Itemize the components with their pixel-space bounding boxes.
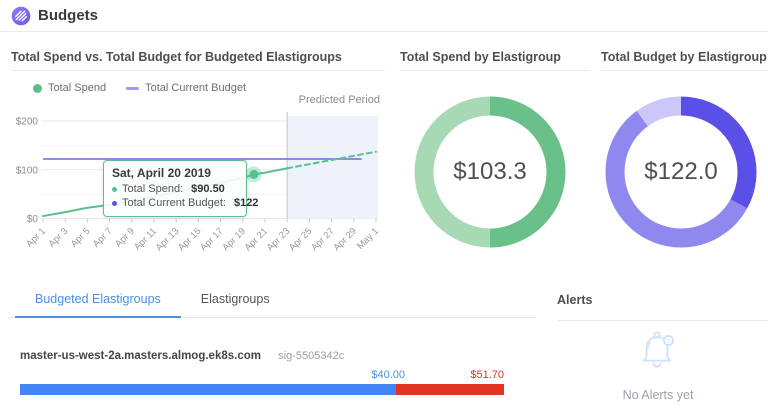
tab-strip: Budgeted Elastigroups Elastigroups xyxy=(8,280,536,318)
svg-text:Apr 3: Apr 3 xyxy=(46,226,70,250)
svg-text:Apr 11: Apr 11 xyxy=(132,226,159,253)
bell-icon: 1 xyxy=(638,330,678,374)
svg-text:Apr 23: Apr 23 xyxy=(265,226,293,254)
svg-text:$200: $200 xyxy=(16,117,39,128)
purple-bullet-icon xyxy=(112,201,117,206)
svg-text:$100: $100 xyxy=(16,165,39,176)
svg-text:1: 1 xyxy=(667,338,671,345)
total-spend-by-elastigroup-section: Total Spend by Elastigroup $103.3 xyxy=(399,38,590,280)
svg-text:Apr 21: Apr 21 xyxy=(243,226,271,254)
svg-text:Apr 25: Apr 25 xyxy=(287,226,315,254)
total-spend-donut-chart[interactable]: $103.3 xyxy=(410,92,570,252)
spend-amount-label: $40.00 xyxy=(371,369,405,381)
divider xyxy=(400,70,590,71)
spend-vs-budget-title: Total Spend vs. Total Budget for Budgete… xyxy=(11,50,342,64)
elastigroups-panel: Budgeted Elastigroups Elastigroups maste… xyxy=(8,280,536,414)
svg-text:Apr 5: Apr 5 xyxy=(69,226,93,250)
budget-bar: $40.00 $51.70 xyxy=(20,369,504,395)
overspend-amount-label: $51.70 xyxy=(470,369,504,381)
svg-text:May 1: May 1 xyxy=(355,226,381,252)
purple-line-icon xyxy=(126,87,139,90)
no-alerts-message: No Alerts yet xyxy=(548,388,768,402)
tab-budgeted-elastigroups[interactable]: Budgeted Elastigroups xyxy=(15,280,181,318)
spend-vs-budget-section: Total Spend vs. Total Budget for Budgete… xyxy=(8,38,388,280)
divider xyxy=(601,70,768,71)
spend-bar-segment xyxy=(20,384,396,395)
alerts-title: Alerts xyxy=(557,293,592,307)
svg-text:Apr 29: Apr 29 xyxy=(331,226,359,254)
svg-text:Apr 15: Apr 15 xyxy=(176,226,204,254)
chart-legend: Total Spend Total Current Budget xyxy=(33,82,246,94)
green-dot-icon xyxy=(33,84,42,93)
svg-text:Apr 19: Apr 19 xyxy=(220,226,248,254)
total-budget-value: $122.0 xyxy=(601,92,761,252)
green-bullet-icon xyxy=(112,187,117,192)
total-spend-value: $103.3 xyxy=(410,92,570,252)
svg-text:Apr 7: Apr 7 xyxy=(91,226,115,250)
svg-text:$0: $0 xyxy=(27,214,39,225)
chart-tooltip: Sat, April 20 2019 Total Spend: $90.50 T… xyxy=(103,160,247,217)
svg-text:Apr 1: Apr 1 xyxy=(24,226,48,250)
total-spend-donut-title: Total Spend by Elastigroup xyxy=(400,50,561,64)
elastigroup-sig: sig-5505342c xyxy=(278,350,344,362)
tooltip-total-spend: Total Spend: $90.50 xyxy=(112,182,238,196)
bell-wrap: 1 xyxy=(548,330,768,379)
total-budget-by-elastigroup-section: Total Budget by Elastigroup $122.0 xyxy=(600,38,768,280)
total-budget-donut-title: Total Budget by Elastigroup xyxy=(601,50,767,64)
elastigroup-row[interactable]: master-us-west-2a.masters.almog.ek8s.com… xyxy=(20,350,344,362)
total-budget-donut-chart[interactable]: $122.0 xyxy=(601,92,761,252)
divider xyxy=(11,70,385,71)
page-title: Budgets xyxy=(38,0,98,31)
alerts-section: Alerts 1 No Alerts yet xyxy=(548,280,768,414)
app-header: Budgets xyxy=(0,0,768,32)
overspend-bar-segment xyxy=(396,384,504,395)
tab-elastigroups[interactable]: Elastigroups xyxy=(181,280,290,318)
svg-text:Apr 17: Apr 17 xyxy=(198,226,226,254)
budget-bar-labels: $40.00 $51.70 xyxy=(20,369,504,382)
tooltip-date: Sat, April 20 2019 xyxy=(112,166,238,180)
budgets-dashboard: { "header": { "title": "Budgets", "logo"… xyxy=(0,0,768,414)
spend-stacked-bar xyxy=(20,384,504,395)
svg-text:Apr 13: Apr 13 xyxy=(154,226,182,254)
tooltip-total-budget: Total Current Budget: $122 xyxy=(112,196,238,210)
legend-total-current-budget: Total Current Budget xyxy=(126,82,246,94)
legend-total-spend: Total Spend xyxy=(33,82,106,94)
predicted-period-label: Predicted Period xyxy=(299,94,380,106)
elastigroup-name: master-us-west-2a.masters.almog.ek8s.com xyxy=(20,350,261,362)
spot-logo-icon xyxy=(10,5,32,27)
divider xyxy=(557,320,768,321)
svg-text:Apr 27: Apr 27 xyxy=(309,226,337,254)
